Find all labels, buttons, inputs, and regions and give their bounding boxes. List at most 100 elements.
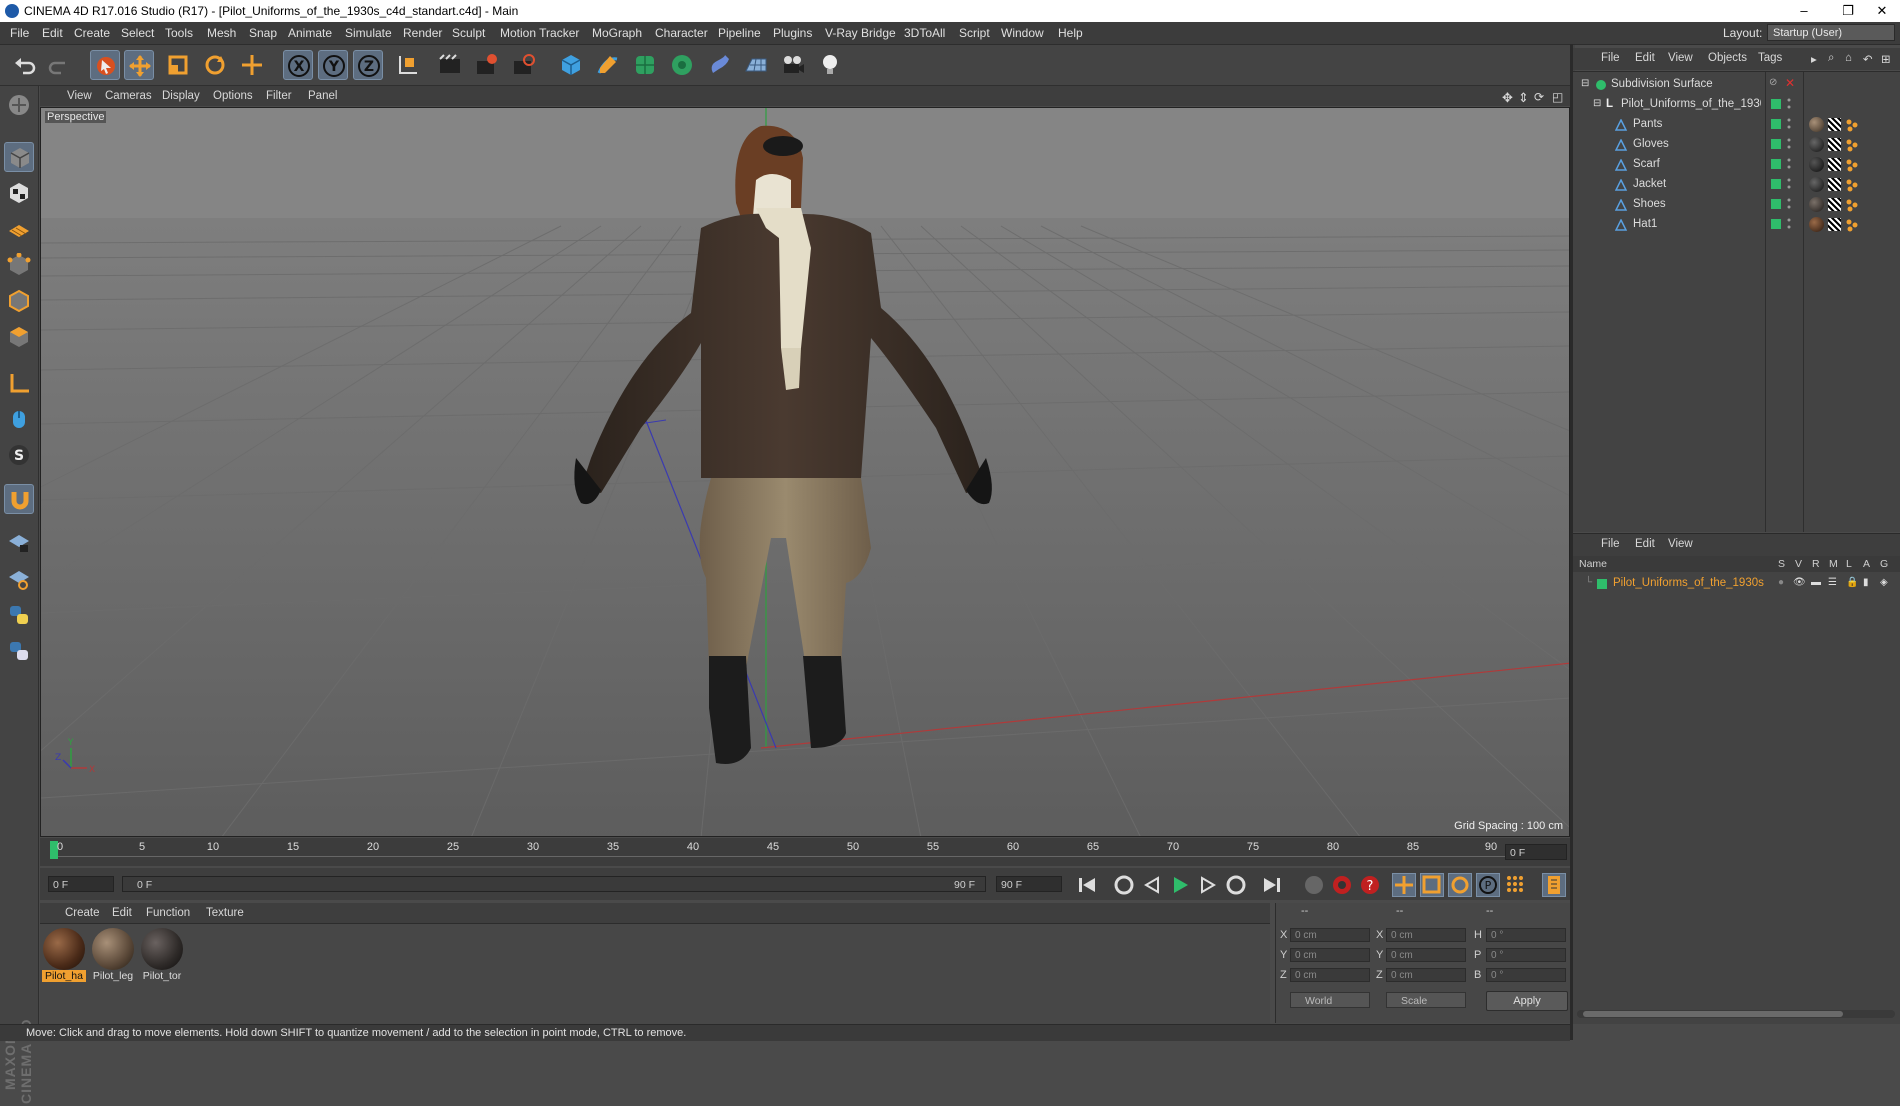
edges-mode-icon[interactable] [4, 286, 34, 316]
material-swatch[interactable]: Pilot_tor [140, 928, 184, 982]
layer-color-swatch[interactable] [1771, 119, 1781, 129]
rotation-b-field[interactable]: 0 ° [1486, 968, 1566, 982]
previous-key-icon[interactable] [1112, 873, 1136, 897]
om-menu-tags[interactable]: Tags [1758, 52, 1782, 64]
col-name[interactable]: Name [1579, 558, 1607, 570]
subdivision-icon[interactable] [630, 50, 660, 80]
selection-tag-icon[interactable] [1845, 218, 1859, 232]
planar-workplane-icon[interactable] [4, 564, 34, 594]
keyframe-record-icon[interactable] [1302, 873, 1326, 897]
menu-help[interactable]: Help [1058, 26, 1083, 40]
redo-icon[interactable] [44, 50, 74, 80]
points-mode-icon[interactable] [4, 250, 34, 280]
pen-icon[interactable] [593, 50, 623, 80]
material-tag-icon[interactable] [1809, 157, 1824, 172]
keyframe-selection-icon[interactable]: ? [1358, 873, 1382, 897]
col-solo[interactable]: S [1778, 558, 1785, 570]
col-manager[interactable]: M [1829, 558, 1838, 570]
col-generators[interactable]: G [1880, 558, 1888, 570]
key-rotation-icon[interactable] [1448, 873, 1472, 897]
render-settings-icon[interactable] [509, 50, 539, 80]
om-new-window-icon[interactable]: ⊞ [1881, 52, 1891, 66]
position-z-field[interactable]: 0 cm [1290, 968, 1370, 982]
material-tag-icon[interactable] [1809, 117, 1824, 132]
end-frame-field[interactable]: 90 F [996, 876, 1062, 892]
layer-color-swatch[interactable] [1597, 579, 1607, 589]
menu-edit[interactable]: Edit [42, 26, 63, 40]
undo-icon[interactable] [10, 50, 40, 80]
render-toggle-icon[interactable]: ▬ [1811, 577, 1821, 588]
om-menu-file[interactable]: File [1601, 52, 1620, 64]
key-scale-icon[interactable] [1420, 873, 1444, 897]
material-tag-icon[interactable] [1809, 217, 1824, 232]
light-icon[interactable] [815, 50, 845, 80]
menu-file[interactable]: File [10, 26, 29, 40]
viewport-menu-view[interactable]: View [67, 90, 92, 102]
visibility-dots[interactable] [1787, 217, 1791, 231]
om-arrow-icon[interactable]: ▸ [1811, 52, 1817, 66]
om-home-icon[interactable]: ⌂ [1845, 52, 1852, 64]
viewport-menu-display[interactable]: Display [162, 90, 200, 102]
uvw-tag-icon[interactable] [1828, 218, 1841, 231]
om-menu-view[interactable]: View [1668, 52, 1693, 64]
material-tag-icon[interactable] [1809, 197, 1824, 212]
viewport-maximize-icon[interactable]: ◰ [1552, 90, 1563, 104]
menu-character[interactable]: Character [655, 26, 708, 40]
selection-tag-icon[interactable] [1845, 118, 1859, 132]
rotation-p-field[interactable]: 0 ° [1486, 948, 1566, 962]
layer-color-swatch[interactable] [1771, 159, 1781, 169]
make-editable-icon[interactable] [4, 90, 34, 120]
menu-animate[interactable]: Animate [288, 26, 332, 40]
manager-toggle-icon[interactable]: ☰ [1828, 577, 1837, 588]
workplane-mode-icon[interactable] [4, 214, 34, 244]
material-tag-icon[interactable] [1809, 177, 1824, 192]
col-visible[interactable]: V [1795, 558, 1802, 570]
select-cursor-icon[interactable] [90, 50, 120, 80]
material-menu-create[interactable]: Create [65, 907, 100, 919]
material-swatch[interactable]: Pilot_leg [91, 928, 135, 982]
om-menu-objects[interactable]: Objects [1708, 52, 1747, 64]
uvw-tag-icon[interactable] [1828, 118, 1841, 131]
scale-icon[interactable] [163, 50, 193, 80]
rotation-h-field[interactable]: 0 ° [1486, 928, 1566, 942]
visibility-dots[interactable] [1787, 197, 1791, 211]
menu-motion-tracker[interactable]: Motion Tracker [500, 26, 579, 40]
key-position-icon[interactable] [1392, 873, 1416, 897]
layer-row[interactable]: └ Pilot_Uniforms_of_the_1930s ● 👁 ▬ ☰ 🔒 … [1573, 574, 1900, 594]
lock-workplane-icon[interactable] [4, 528, 34, 558]
cube-icon[interactable] [556, 50, 586, 80]
size-x-field[interactable]: 0 cm [1386, 928, 1466, 942]
object-row[interactable]: Scarf [1573, 155, 1900, 175]
coordinate-space-select[interactable]: World [1290, 992, 1370, 1008]
python-script-icon[interactable] [4, 636, 34, 666]
om-search-icon[interactable]: ⌕ [1828, 52, 1834, 65]
tweak-mode-icon[interactable] [4, 404, 34, 434]
current-frame-field[interactable]: 0 F [1505, 844, 1567, 860]
timeline-window-icon[interactable] [1542, 873, 1566, 897]
menu-mesh[interactable]: Mesh [207, 26, 236, 40]
object-row[interactable]: Shoes [1573, 195, 1900, 215]
menu-sculpt[interactable]: Sculpt [452, 26, 485, 40]
transform-icon[interactable] [237, 50, 267, 80]
object-row[interactable]: ⊟ L Pilot_Uniforms_of_the_1930 [1573, 95, 1900, 115]
material-swatch[interactable]: Pilot_ha [42, 928, 86, 982]
play-icon[interactable] [1168, 873, 1192, 897]
render-view-icon[interactable] [435, 50, 465, 80]
object-row[interactable]: Gloves [1573, 135, 1900, 155]
timeline-ruler[interactable]: 0 5 10 15 20 25 30 35 40 45 50 55 60 65 … [40, 838, 1570, 866]
size-y-field[interactable]: 0 cm [1386, 948, 1466, 962]
col-render[interactable]: R [1812, 558, 1820, 570]
menu-pipeline[interactable]: Pipeline [718, 26, 761, 40]
lm-menu-edit[interactable]: Edit [1635, 538, 1655, 550]
object-row[interactable]: Jacket [1573, 175, 1900, 195]
generator-toggle-icon[interactable]: ◈ [1880, 577, 1888, 588]
material-menu-edit[interactable]: Edit [112, 907, 132, 919]
horizontal-scrollbar[interactable] [1577, 1010, 1895, 1018]
col-animation[interactable]: A [1863, 558, 1870, 570]
visibility-dots[interactable] [1787, 117, 1791, 131]
key-pla-icon[interactable] [1504, 873, 1528, 897]
col-locked[interactable]: L [1846, 558, 1852, 570]
collapse-icon[interactable]: ⊟ [1581, 78, 1589, 89]
animation-toggle-icon[interactable]: ▮ [1863, 577, 1869, 588]
viewport-menu-filter[interactable]: Filter [266, 90, 292, 102]
